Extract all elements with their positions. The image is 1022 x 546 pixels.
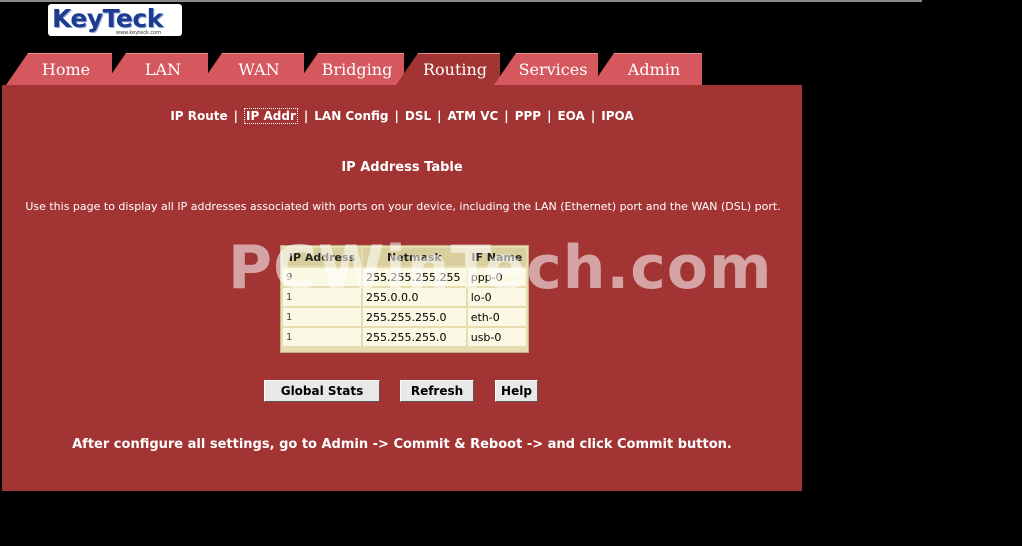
logo-subtext: www.keyteck.com [116,30,162,36]
subnav-separator: | [394,109,399,123]
ip-address-table: IP Address Netmask IF Name 9 255.255.255… [280,245,529,353]
subnav-separator: | [504,109,509,123]
if-name-cell: usb-0 [467,328,526,346]
table-row: 1 255.0.0.0 lo-0 [283,288,526,306]
subnav-ipoa[interactable]: IPOA [601,109,633,123]
global-stats-button[interactable]: Global Stats [264,380,380,402]
page-title: IP Address Table [341,160,463,175]
tab-routing[interactable]: Routing [396,53,500,85]
netmask-cell: 255.255.255.0 [363,308,466,326]
subnav-separator: | [547,109,552,123]
sub-navigation: IP Route | IP Addr | LAN Config | DSL | ATM VC | P… [2,108,802,124]
main-tabs: Home LAN WAN Bridging Routing Services A… [0,53,810,85]
if-name-cell: lo-0 [467,288,526,306]
subnav-atm-vc[interactable]: ATM VC [448,109,499,123]
tab-lan[interactable]: LAN [104,53,208,85]
netmask-cell: 255.255.255.255 [363,268,466,286]
ip-address-cell: 1 [283,288,361,306]
subnav-ip-addr[interactable]: IP Addr [244,108,298,124]
tab-wan[interactable]: WAN [200,53,304,85]
if-name-cell: eth-0 [467,308,526,326]
netmask-cell: 255.255.255.0 [363,328,466,346]
subnav-separator: | [590,109,596,123]
top-border [0,0,922,2]
subnav-dsl[interactable]: DSL [405,109,431,123]
help-button[interactable]: Help [495,380,538,402]
column-header-if-name: IF Name [467,248,526,266]
page-description: Use this page to display all IP addresse… [25,200,781,213]
subnav-separator: | [437,109,442,123]
ip-address-cell: 9 [283,268,361,286]
tab-bridging[interactable]: Bridging [296,53,404,85]
table-row: 1 255.255.255.0 usb-0 [283,328,526,346]
if-name-cell: ppp-0 [467,268,526,286]
subnav-eoa[interactable]: EOA [557,109,584,123]
table-row: 1 255.255.255.0 eth-0 [283,308,526,326]
tab-services[interactable]: Services [494,53,598,85]
keyteck-logo: KeyTeck www.keyteck.com [48,4,182,36]
refresh-button[interactable]: Refresh [400,380,474,402]
subnav-separator: | [303,109,309,123]
subnav-separator: | [233,109,239,123]
tab-admin[interactable]: Admin [592,53,702,85]
subnav-lan-config[interactable]: LAN Config [314,109,388,123]
subnav-ip-route[interactable]: IP Route [170,109,227,123]
commit-note: After configure all settings, go to Admi… [72,437,732,452]
tab-home[interactable]: Home [6,53,112,85]
table-row: 9 255.255.255.255 ppp-0 [283,268,526,286]
ip-address-cell: 1 [283,308,361,326]
ip-address-cell: 1 [283,328,361,346]
column-header-netmask: Netmask [363,248,466,266]
netmask-cell: 255.0.0.0 [363,288,466,306]
column-header-ip-address: IP Address [283,248,361,266]
logo-text: KeyTeck [52,4,163,33]
subnav-ppp[interactable]: PPP [515,109,541,123]
content-panel: IP Route | IP Addr | LAN Config | DSL | ATM VC | P… [2,85,802,491]
